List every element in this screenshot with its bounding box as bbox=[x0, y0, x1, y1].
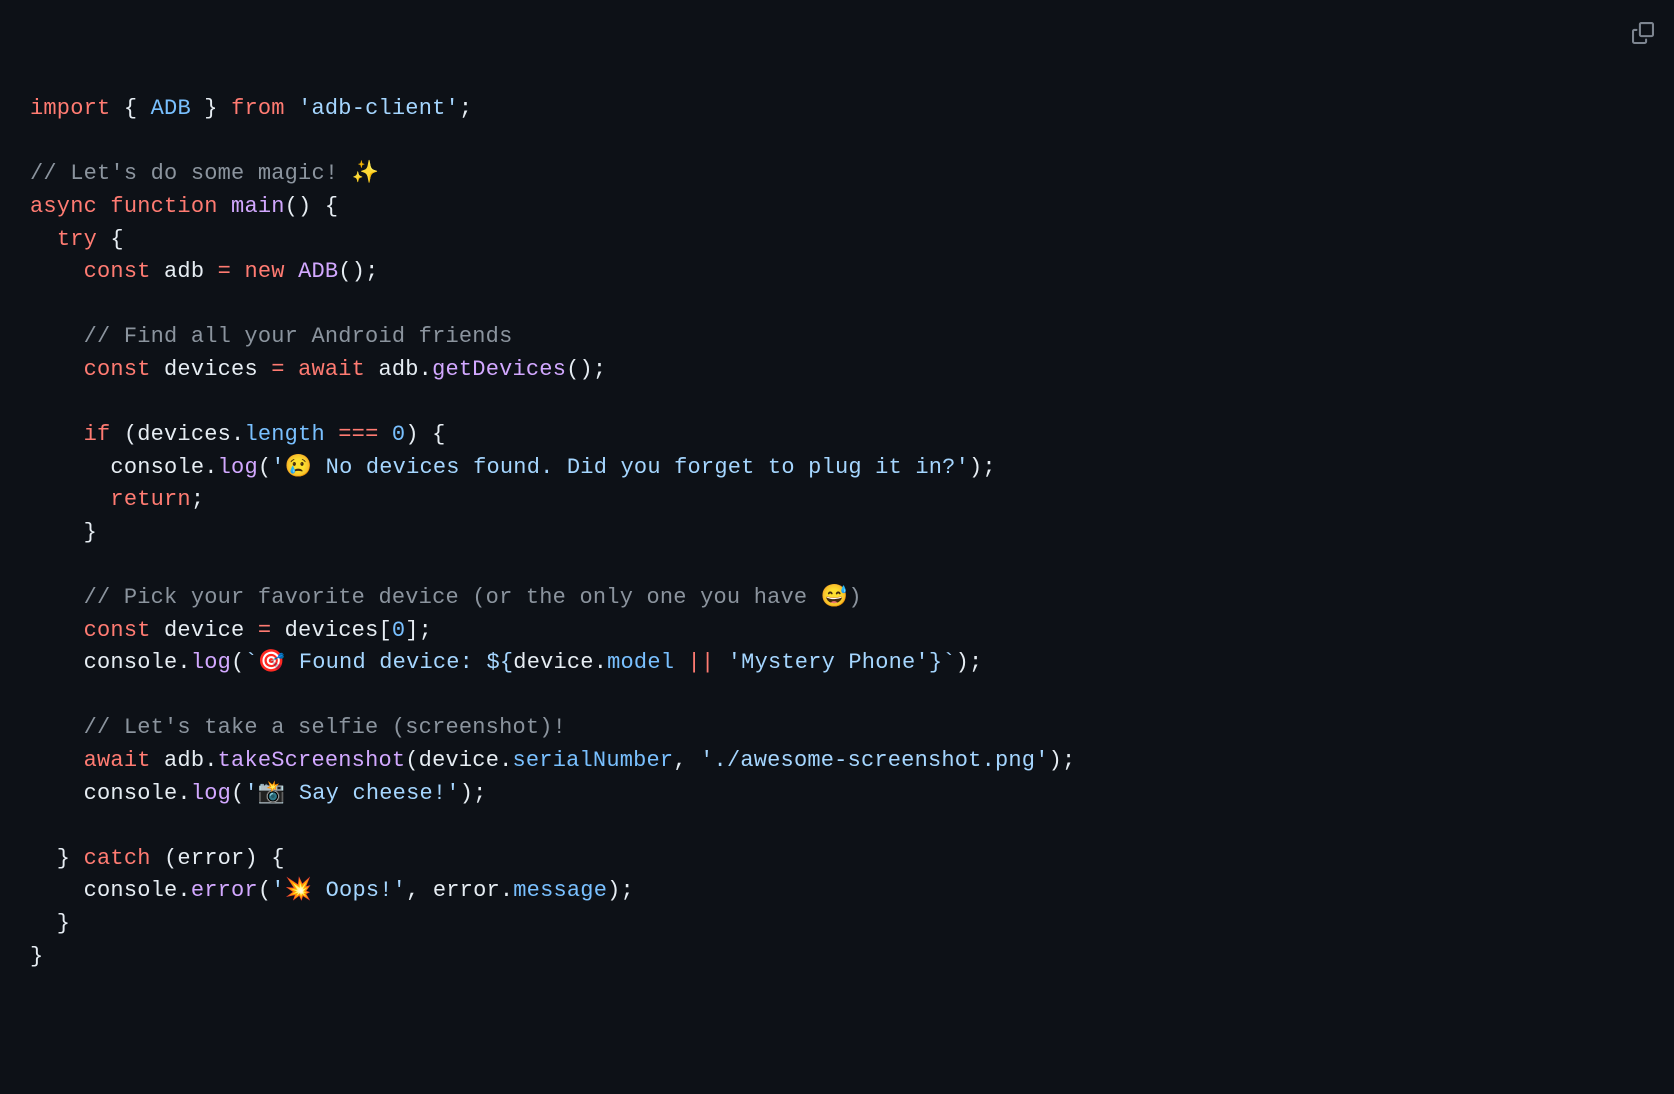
code-block: import { ADB } from 'adb-client'; // Let… bbox=[0, 0, 1674, 1094]
code-line-17: const device = devices[0]; bbox=[30, 618, 432, 643]
copy-button[interactable] bbox=[1618, 16, 1654, 52]
code-line-08: // Find all your Android friends bbox=[30, 324, 512, 349]
code-line-26: } bbox=[30, 911, 70, 936]
code-line-13: return; bbox=[30, 487, 204, 512]
code-line-03: // Let's do some magic! ✨ bbox=[30, 161, 379, 186]
code-line-24: } catch (error) { bbox=[30, 846, 285, 871]
code-line-12: console.log('😢 No devices found. Did you… bbox=[30, 455, 996, 480]
code-line-09: const devices = await adb.getDevices(); bbox=[30, 357, 606, 382]
code-line-22: console.log('📸 Say cheese!'); bbox=[30, 781, 487, 806]
code-line-16: // Pick your favorite device (or the onl… bbox=[30, 585, 862, 610]
code-line-05: try { bbox=[30, 227, 124, 252]
code-line-06: const adb = new ADB(); bbox=[30, 259, 379, 284]
code-line-27: } bbox=[30, 944, 43, 969]
code-line-20: // Let's take a selfie (screenshot)! bbox=[30, 715, 566, 740]
code-line-25: console.error('💥 Oops!', error.message); bbox=[30, 878, 634, 903]
code-line-11: if (devices.length === 0) { bbox=[30, 422, 446, 447]
copy-icon bbox=[1618, 7, 1655, 62]
code-line-18: console.log(`🎯 Found device: ${device.mo… bbox=[30, 650, 982, 675]
code-line-21: await adb.takeScreenshot(device.serialNu… bbox=[30, 748, 1075, 773]
code-line-04: async function main() { bbox=[30, 194, 338, 219]
code-line-14: } bbox=[30, 520, 97, 545]
code-line-01: import { ADB } from 'adb-client'; bbox=[30, 96, 472, 121]
